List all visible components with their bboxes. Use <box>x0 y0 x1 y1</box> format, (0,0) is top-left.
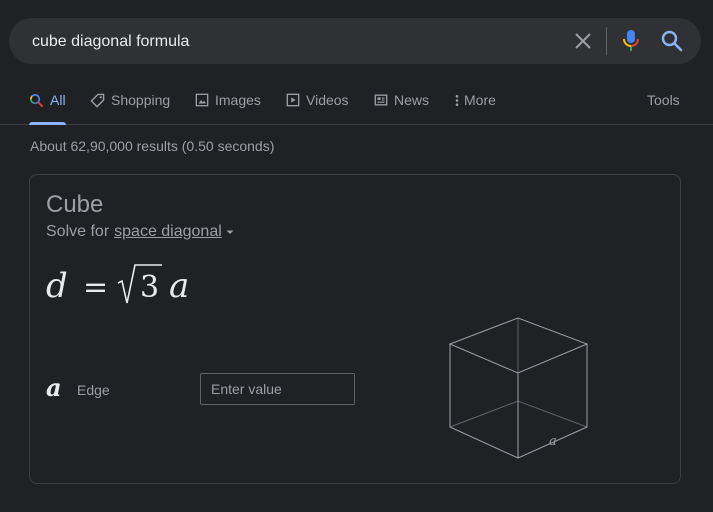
variable-symbol: a <box>46 373 62 402</box>
result-stats: About 62,90,000 results (0.50 seconds) <box>30 138 275 154</box>
solve-for-row: Solve for space diagonal <box>46 223 235 241</box>
video-icon <box>286 93 300 107</box>
more-vert-icon <box>455 94 459 107</box>
formula-equals: = <box>83 270 108 305</box>
image-icon <box>195 93 209 107</box>
search-bar-divider <box>606 27 607 55</box>
solve-for-prefix: Solve for <box>46 223 110 240</box>
formula-rhs-variable: a <box>169 266 189 306</box>
formula-lhs: d <box>46 266 68 306</box>
calculator-title: Cube <box>46 191 104 218</box>
tab-images[interactable]: Images <box>195 92 261 124</box>
tab-more-label: More <box>464 92 496 108</box>
formula-radicand: 3 <box>140 270 159 305</box>
tab-images-label: Images <box>215 92 261 108</box>
tab-more[interactable]: More <box>453 92 496 124</box>
tab-shopping[interactable]: Shopping <box>90 92 170 124</box>
tab-news-label: News <box>394 92 430 108</box>
voice-search-button[interactable] <box>619 28 643 54</box>
formula-calculator-card: Cube Solve for space diagonal d = 3 a a … <box>29 174 681 484</box>
search-bar <box>9 18 701 64</box>
search-submit-button[interactable] <box>659 28 685 54</box>
cube-diagram: a <box>448 317 589 459</box>
close-icon <box>575 33 591 49</box>
tab-videos[interactable]: Videos <box>286 92 349 124</box>
cube-edge-label: a <box>549 434 557 449</box>
solve-for-selector[interactable]: space diagonal <box>114 223 222 241</box>
tools-button[interactable]: Tools <box>647 92 680 108</box>
search-input[interactable] <box>30 31 554 53</box>
edge-value-input[interactable] <box>200 373 355 405</box>
tab-all[interactable]: All <box>29 92 66 125</box>
news-icon <box>374 94 388 106</box>
search-tabs: All Shopping Images Videos News More Too… <box>0 84 713 125</box>
dropdown-arrow-icon[interactable] <box>225 227 235 237</box>
tab-news[interactable]: News <box>374 92 429 124</box>
tab-shopping-label: Shopping <box>111 92 171 108</box>
search-results-page: All Shopping Images Videos <box>0 0 713 512</box>
formula-display: d = 3 a <box>46 264 189 306</box>
clear-search-button[interactable] <box>571 29 595 53</box>
variable-label: Edge <box>77 382 110 398</box>
search-icon <box>661 30 683 52</box>
search-icon <box>30 94 44 108</box>
tab-videos-label: Videos <box>306 92 349 108</box>
tag-icon <box>90 93 105 108</box>
microphone-icon <box>623 30 639 51</box>
tab-all-label: All <box>50 92 66 108</box>
